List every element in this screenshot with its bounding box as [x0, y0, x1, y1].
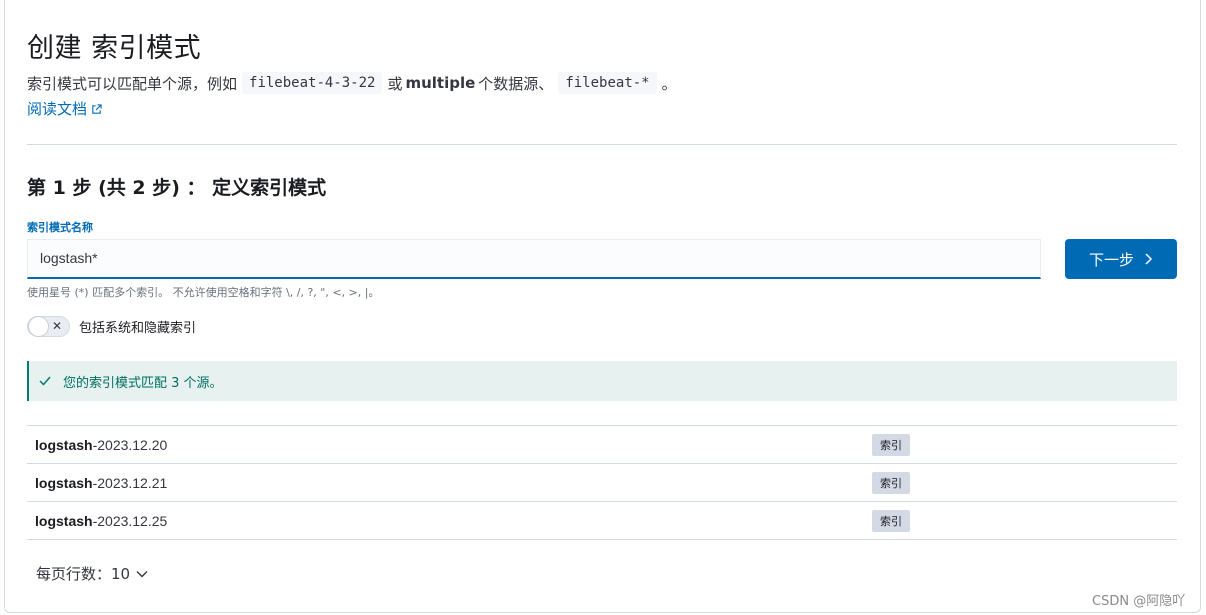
rows-per-page-selector[interactable]: 每页行数：10	[36, 563, 148, 584]
check-icon	[39, 376, 51, 386]
example-multiple-code: filebeat-*	[558, 72, 657, 94]
match-callout-text: 您的索引模式匹配 3 个源。	[63, 375, 223, 391]
switch-knob	[28, 316, 49, 337]
next-step-label: 下一步	[1088, 250, 1134, 269]
page-title: 创建 索引模式	[27, 33, 202, 64]
row-name: logstash-2023.12.21	[35, 474, 168, 491]
description-or: 或	[387, 74, 403, 93]
external-link-icon	[92, 104, 102, 114]
page-description: 索引模式可以匹配单个源，例如 filebeat-4-3-22 或 multipl…	[27, 72, 677, 94]
read-docs-label: 阅读文档	[27, 100, 88, 118]
chevron-down-icon	[136, 570, 148, 577]
include-hidden-label: 包括系统和隐藏索引	[79, 321, 197, 336]
include-hidden-toggle-row: ✕ 包括系统和隐藏索引	[27, 316, 196, 337]
description-end: 。	[661, 74, 677, 93]
example-single-code: filebeat-4-3-22	[242, 72, 383, 94]
description-middle: 个数据源、	[478, 74, 554, 93]
rows-per-page-label: 每页行数：10	[36, 565, 131, 583]
results-table: logstash-2023.12.20 索引 logstash-2023.12.…	[27, 425, 1177, 540]
row-name: logstash-2023.12.25	[35, 512, 168, 529]
step-title: 第 1 步 (共 2 步) ： 定义索引模式	[27, 177, 327, 199]
input-help-text: 使用星号 (*) 匹配多个索引。 不允许使用空格和字符 \, /, ?, ", …	[27, 286, 380, 299]
description-multiple: multiple	[405, 74, 476, 92]
match-callout: 您的索引模式匹配 3 个源。	[27, 361, 1177, 401]
row-type-badge: 索引	[872, 471, 910, 494]
watermark: CSDN @阿隐吖	[1092, 594, 1186, 609]
table-row: logstash-2023.12.21 索引	[27, 464, 1177, 502]
section-divider	[27, 144, 1177, 145]
row-type-badge: 索引	[872, 433, 910, 456]
index-pattern-input[interactable]: logstash*	[27, 239, 1041, 279]
row-type-badge: 索引	[872, 509, 910, 532]
table-row: logstash-2023.12.25 索引	[27, 502, 1177, 540]
close-icon: ✕	[52, 319, 63, 333]
read-docs-link[interactable]: 阅读文档	[27, 98, 102, 119]
index-pattern-label: 索引模式名称	[27, 221, 93, 234]
include-hidden-switch[interactable]: ✕	[27, 316, 70, 337]
chevron-right-icon	[1145, 253, 1153, 265]
description-prefix: 索引模式可以匹配单个源，例如	[27, 74, 238, 93]
row-name: logstash-2023.12.20	[35, 436, 168, 453]
table-row: logstash-2023.12.20 索引	[27, 426, 1177, 464]
next-step-button[interactable]: 下一步	[1065, 239, 1177, 279]
